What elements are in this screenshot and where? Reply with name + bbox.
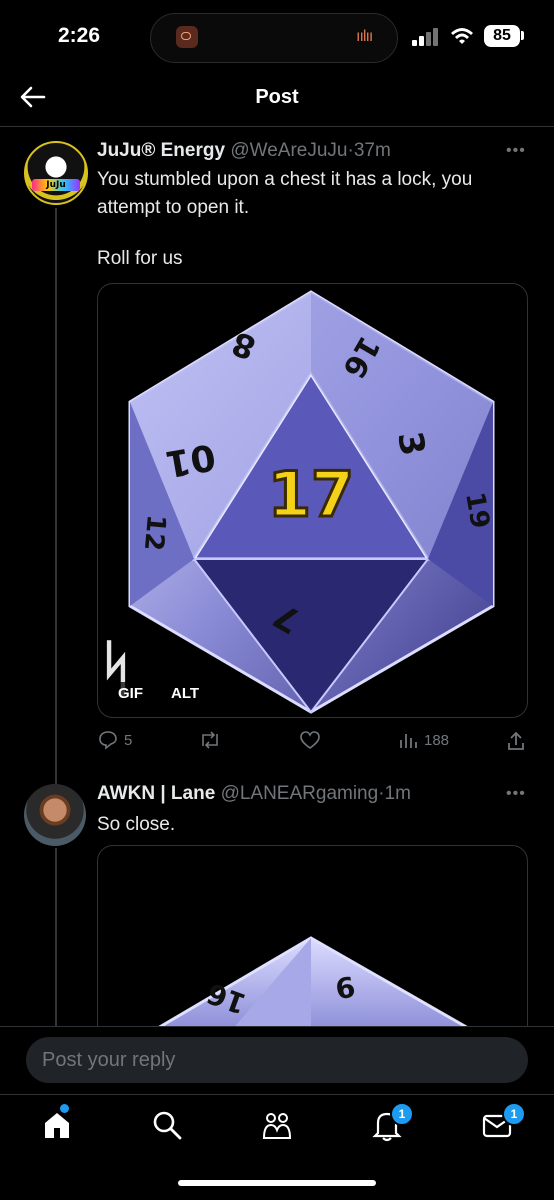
home-icon[interactable] xyxy=(40,1108,74,1142)
more-options-icon[interactable]: ••• xyxy=(506,142,526,160)
reply-age[interactable]: 1m xyxy=(385,783,411,804)
reply-author-name[interactable]: AWKN | Lane xyxy=(97,783,215,804)
repost-icon xyxy=(202,731,218,749)
svg-text:19: 19 xyxy=(459,490,495,531)
cellular-signal-icon xyxy=(412,28,440,46)
reply-author-handle[interactable]: @LANEARgaming xyxy=(221,783,379,804)
thread-connector xyxy=(55,208,57,798)
author-handle[interactable]: @WeAreJuJu xyxy=(230,140,347,161)
search-icon[interactable] xyxy=(150,1108,184,1142)
more-options-icon[interactable]: ••• xyxy=(506,785,526,803)
audio-waveform-icon: ıılıı xyxy=(356,28,373,45)
heart-icon xyxy=(300,731,320,749)
home-unread-dot xyxy=(60,1104,69,1113)
reply-icon xyxy=(99,731,117,750)
post-age[interactable]: 37m xyxy=(354,140,391,161)
views-button[interactable]: 188 xyxy=(398,730,449,750)
reply-input[interactable]: Post your reply xyxy=(26,1037,528,1083)
tab-bar-divider xyxy=(0,1094,554,1095)
live-activity-app-icon xyxy=(176,26,198,48)
reply-media[interactable]: 16 9 xyxy=(97,845,528,1045)
communities-icon[interactable] xyxy=(260,1108,294,1142)
view-count: 188 xyxy=(424,731,450,749)
die-top-face-number: 17 xyxy=(268,458,354,531)
author-avatar[interactable]: JuJu xyxy=(24,141,88,205)
gif-badge: GIF xyxy=(112,682,149,705)
post-media-gif[interactable]: 17 01 3 8 16 12 19 7 ᛋ GIF ALT xyxy=(97,283,528,718)
reply-count: 5 xyxy=(124,731,133,749)
d20-die-image-partial: 16 9 xyxy=(156,936,470,1044)
like-button[interactable] xyxy=(299,730,327,750)
post-header: JuJu® Energy @WeAreJuJu·37m xyxy=(97,140,391,162)
messages-badge: 1 xyxy=(502,1102,526,1126)
alt-text-button[interactable]: ALT xyxy=(165,682,206,705)
battery-indicator: 85 xyxy=(484,25,520,47)
avatar-badge: JuJu xyxy=(32,179,80,191)
views-chart-icon xyxy=(400,734,417,748)
reply-header: AWKN | Lane @LANEARgaming·1m xyxy=(97,783,411,805)
post-text-line: You stumbled upon a chest it has a lock,… xyxy=(97,169,473,190)
post-text-line: attempt to open it. xyxy=(97,197,250,218)
reply-text: So close. xyxy=(97,814,176,835)
repost-button[interactable] xyxy=(198,730,228,750)
post-text-line: Roll for us xyxy=(97,248,183,269)
reply-button[interactable]: 5 xyxy=(98,730,132,750)
battery-cap xyxy=(521,31,524,40)
page-title: Post xyxy=(255,86,299,108)
thread-connector xyxy=(55,848,57,1028)
reply-author-avatar[interactable] xyxy=(24,784,86,846)
svg-text:01: 01 xyxy=(162,435,218,484)
wifi-icon xyxy=(451,28,473,44)
notifications-badge: 1 xyxy=(390,1102,414,1126)
author-name[interactable]: JuJu® Energy xyxy=(97,140,225,161)
home-indicator xyxy=(178,1180,376,1186)
svg-text:12: 12 xyxy=(138,513,171,552)
header-divider xyxy=(0,126,554,127)
share-icon[interactable] xyxy=(506,730,526,752)
status-time: 2:26 xyxy=(58,24,101,47)
